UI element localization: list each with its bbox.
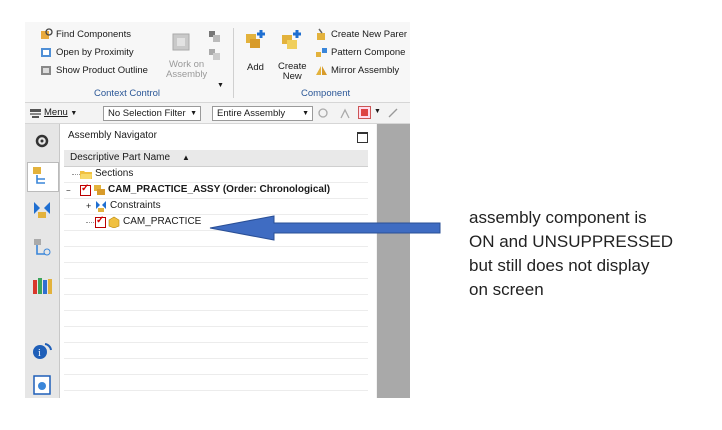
- annotation-line-4: on screen: [469, 280, 544, 299]
- annotation-text: assembly component is ON and UNSUPPRESSE…: [469, 206, 709, 302]
- annotation-line-3: but still does not display: [469, 256, 650, 275]
- annotation-line-2: ON and UNSUPPRESSED: [469, 232, 674, 251]
- annotation-line-1: assembly component is: [469, 208, 647, 227]
